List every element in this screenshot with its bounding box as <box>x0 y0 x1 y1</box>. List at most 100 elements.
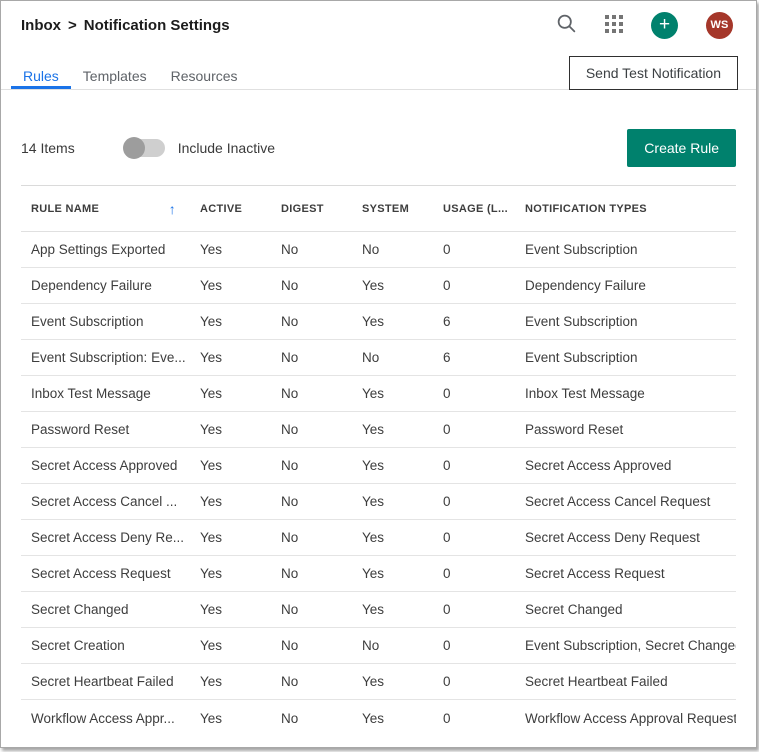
column-header-active[interactable]: ACTIVE <box>190 203 271 215</box>
table-row[interactable]: Secret Access Request Yes No Yes 0 Secre… <box>21 556 736 592</box>
create-rule-button[interactable]: Create Rule <box>627 129 736 167</box>
cell-usage: 6 <box>433 314 515 329</box>
table-row[interactable]: Inbox Test Message Yes No Yes 0 Inbox Te… <box>21 376 736 412</box>
main-content: 14 Items Include Inactive Create Rule RU… <box>1 129 756 736</box>
cell-system: No <box>352 638 433 653</box>
cell-digest: No <box>271 674 352 689</box>
cell-notification-types: Dependency Failure <box>515 278 736 293</box>
cell-system: Yes <box>352 422 433 437</box>
cell-usage: 0 <box>433 278 515 293</box>
table-row[interactable]: Secret Changed Yes No Yes 0 Secret Chang… <box>21 592 736 628</box>
sort-ascending-icon[interactable]: ↑ <box>169 201 190 217</box>
cell-usage: 0 <box>433 386 515 401</box>
table-row[interactable]: Event Subscription Yes No Yes 6 Event Su… <box>21 304 736 340</box>
tab-templates[interactable]: Templates <box>71 49 159 89</box>
controls-row: 14 Items Include Inactive Create Rule <box>21 129 736 167</box>
apps-grid-button[interactable] <box>605 15 623 36</box>
cell-system: Yes <box>352 674 433 689</box>
breadcrumb-link-inbox[interactable]: Inbox <box>21 17 61 34</box>
cell-digest: No <box>271 278 352 293</box>
cell-rule-name[interactable]: Secret Access Request <box>21 566 190 581</box>
cell-system: Yes <box>352 602 433 617</box>
app-window: Inbox > Notification Settings <box>0 0 757 748</box>
cell-usage: 0 <box>433 711 515 726</box>
cell-active: Yes <box>190 350 271 365</box>
column-header-usage[interactable]: USAGE (L... <box>433 203 515 215</box>
table-header-row: RULE NAME ↑ ACTIVE DIGEST SYSTEM USAGE (… <box>21 186 736 232</box>
cell-notification-types: Secret Access Approved <box>515 458 736 473</box>
table-body: App Settings Exported Yes No No 0 Event … <box>21 232 736 736</box>
cell-active: Yes <box>190 422 271 437</box>
cell-active: Yes <box>190 566 271 581</box>
cell-active: Yes <box>190 674 271 689</box>
send-test-notification-button[interactable]: Send Test Notification <box>569 56 738 90</box>
plus-icon: + <box>659 15 670 34</box>
breadcrumb-separator: > <box>68 17 77 34</box>
cell-notification-types: Event Subscription <box>515 242 736 257</box>
page-title: Notification Settings <box>84 17 230 34</box>
user-avatar[interactable]: WS <box>706 12 733 39</box>
search-icon <box>556 13 577 37</box>
cell-notification-types: Secret Access Cancel Request <box>515 494 736 509</box>
cell-digest: No <box>271 242 352 257</box>
column-header-rule-name[interactable]: RULE NAME ↑ <box>21 201 190 217</box>
search-button[interactable] <box>556 13 577 37</box>
cell-digest: No <box>271 494 352 509</box>
cell-digest: No <box>271 530 352 545</box>
cell-rule-name[interactable]: Event Subscription <box>21 314 190 329</box>
cell-digest: No <box>271 386 352 401</box>
cell-rule-name[interactable]: Password Reset <box>21 422 190 437</box>
cell-active: Yes <box>190 530 271 545</box>
cell-active: Yes <box>190 458 271 473</box>
column-header-system[interactable]: SYSTEM <box>352 203 433 215</box>
table-row[interactable]: Secret Creation Yes No No 0 Event Subscr… <box>21 628 736 664</box>
cell-rule-name[interactable]: Secret Changed <box>21 602 190 617</box>
cell-digest: No <box>271 422 352 437</box>
cell-usage: 0 <box>433 638 515 653</box>
cell-rule-name[interactable]: Secret Access Cancel ... <box>21 494 190 509</box>
table-row[interactable]: App Settings Exported Yes No No 0 Event … <box>21 232 736 268</box>
cell-rule-name[interactable]: Workflow Access Appr... <box>21 711 190 726</box>
cell-rule-name[interactable]: Secret Access Deny Re... <box>21 530 190 545</box>
cell-usage: 0 <box>433 458 515 473</box>
cell-system: Yes <box>352 530 433 545</box>
include-inactive-label: Include Inactive <box>178 140 275 156</box>
table-row[interactable]: Workflow Access Appr... Yes No Yes 0 Wor… <box>21 700 736 736</box>
cell-digest: No <box>271 314 352 329</box>
table-row[interactable]: Event Subscription: Eve... Yes No No 6 E… <box>21 340 736 376</box>
cell-rule-name[interactable]: Inbox Test Message <box>21 386 190 401</box>
tab-bar: Rules Templates Resources Send Test Noti… <box>1 49 756 90</box>
cell-system: Yes <box>352 314 433 329</box>
table-row[interactable]: Password Reset Yes No Yes 0 Password Res… <box>21 412 736 448</box>
table-row[interactable]: Dependency Failure Yes No Yes 0 Dependen… <box>21 268 736 304</box>
tab-resources[interactable]: Resources <box>159 49 250 89</box>
table-row[interactable]: Secret Heartbeat Failed Yes No Yes 0 Sec… <box>21 664 736 700</box>
cell-system: No <box>352 242 433 257</box>
cell-system: Yes <box>352 711 433 726</box>
add-button[interactable]: + <box>651 12 678 39</box>
cell-rule-name[interactable]: Secret Access Approved <box>21 458 190 473</box>
cell-notification-types: Secret Heartbeat Failed <box>515 674 736 689</box>
cell-rule-name[interactable]: App Settings Exported <box>21 242 190 257</box>
cell-digest: No <box>271 638 352 653</box>
cell-usage: 0 <box>433 494 515 509</box>
include-inactive-toggle[interactable] <box>125 139 165 157</box>
cell-notification-types: Event Subscription, Secret Changed <box>515 638 736 653</box>
cell-rule-name[interactable]: Secret Creation <box>21 638 190 653</box>
column-header-notification-types[interactable]: NOTIFICATION TYPES <box>515 203 736 215</box>
cell-system: Yes <box>352 494 433 509</box>
cell-notification-types: Secret Access Request <box>515 566 736 581</box>
tab-rules[interactable]: Rules <box>11 49 71 89</box>
column-header-digest[interactable]: DIGEST <box>271 203 352 215</box>
table-row[interactable]: Secret Access Deny Re... Yes No Yes 0 Se… <box>21 520 736 556</box>
include-inactive-toggle-group: Include Inactive <box>125 139 275 157</box>
cell-rule-name[interactable]: Secret Heartbeat Failed <box>21 674 190 689</box>
cell-rule-name[interactable]: Dependency Failure <box>21 278 190 293</box>
table-row[interactable]: Secret Access Cancel ... Yes No Yes 0 Se… <box>21 484 736 520</box>
table-row[interactable]: Secret Access Approved Yes No Yes 0 Secr… <box>21 448 736 484</box>
cell-rule-name[interactable]: Event Subscription: Eve... <box>21 350 190 365</box>
cell-active: Yes <box>190 602 271 617</box>
breadcrumb: Inbox > Notification Settings <box>21 17 230 34</box>
rules-table: RULE NAME ↑ ACTIVE DIGEST SYSTEM USAGE (… <box>21 185 736 736</box>
cell-usage: 0 <box>433 674 515 689</box>
